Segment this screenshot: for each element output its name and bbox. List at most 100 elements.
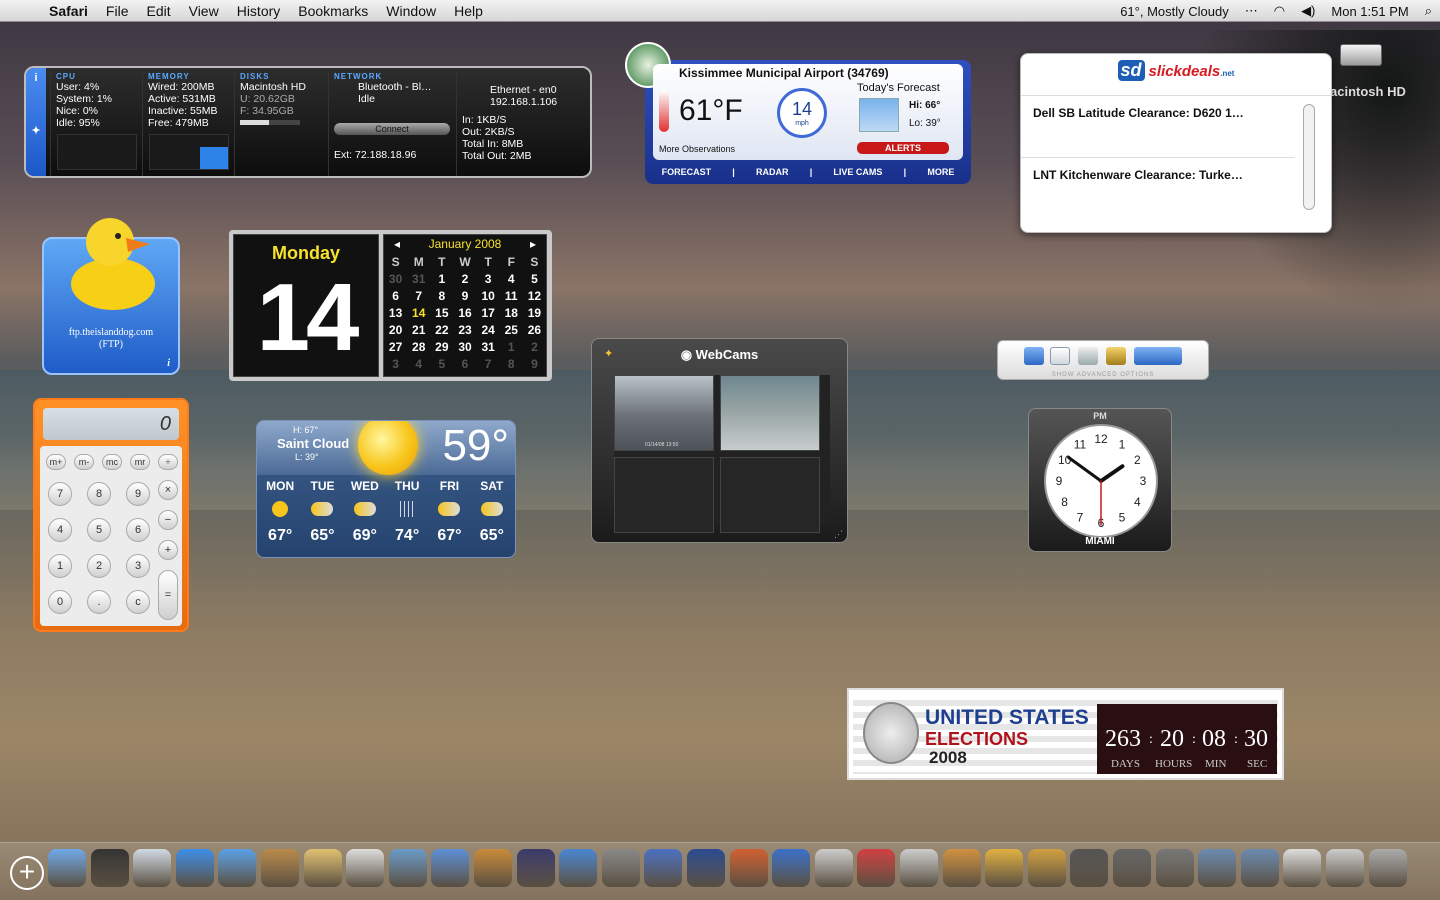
key-0[interactable]: 0: [48, 590, 72, 614]
camera-button-icon[interactable]: [1134, 347, 1182, 365]
itunes-icon[interactable]: [431, 849, 470, 887]
clock-widget[interactable]: PM 121234567891011 MIAMI: [1028, 408, 1172, 552]
alerts-button[interactable]: ALERTS: [857, 142, 949, 154]
resize-handle-icon[interactable]: ⋰: [834, 529, 843, 540]
key-4[interactable]: 4: [48, 518, 72, 542]
menu-edit[interactable]: Edit: [137, 3, 179, 19]
spotlight-icon[interactable]: ⌕: [1417, 3, 1440, 19]
key-plus[interactable]: +: [158, 540, 178, 560]
ftp-duck-widget[interactable]: ftp.theislanddog.com (FTP) i: [42, 218, 180, 375]
key-mr[interactable]: mr: [130, 454, 150, 470]
key-equals[interactable]: =: [158, 570, 178, 620]
saint-cloud-weather-widget[interactable]: H: 67° Saint Cloud L: 39° 59° MON TUE WE…: [256, 420, 516, 558]
stamp-icon[interactable]: [687, 849, 725, 887]
webcams-widget[interactable]: ✦ ◉ WebCams 01/14/08 13:50 ⋰: [591, 338, 848, 543]
next-month-icon[interactable]: ▸: [530, 235, 536, 253]
menubar-dots[interactable]: ⋯: [1237, 3, 1266, 19]
advanced-options-label[interactable]: SHOW ADVANCED OPTIONS: [998, 372, 1208, 378]
slickdeals-logo[interactable]: sd slickdeals.net: [1021, 54, 1331, 96]
deal-item[interactable]: Dell SB Latitude Clearance: D620 14" …: [1021, 96, 1295, 158]
election-countdown-widget[interactable]: UNITED STATES ELECTIONS 2008 263 : 20 : …: [847, 688, 1284, 780]
xcode-icon[interactable]: [644, 849, 683, 887]
key-clear[interactable]: c: [126, 590, 150, 614]
ichat-icon[interactable]: [218, 849, 257, 887]
nav-live-cams[interactable]: LIVE CAMS: [833, 167, 882, 177]
menu-view[interactable]: View: [180, 3, 228, 19]
calculator-widget[interactable]: 0 m+ m- mc mr ÷ 7 8 9 × 4 5 6 − 1 2 3 + …: [33, 398, 189, 632]
dvd-player-icon[interactable]: [559, 849, 598, 887]
hard-drive-desktop-icon[interactable]: acintosh HD: [1330, 40, 1440, 100]
key-6[interactable]: 6: [126, 518, 150, 542]
photo-booth-icon[interactable]: [1070, 849, 1109, 887]
hard-drive-icon[interactable]: [1340, 44, 1382, 66]
option-blue-icon[interactable]: [1024, 347, 1044, 365]
key-5[interactable]: 5: [87, 518, 111, 542]
info-icon[interactable]: i: [26, 72, 46, 84]
hard-drive-label[interactable]: acintosh HD: [1330, 84, 1406, 99]
key-m-minus[interactable]: m-: [74, 454, 94, 470]
menu-help[interactable]: Help: [445, 3, 492, 19]
key-m-plus[interactable]: m+: [46, 454, 66, 470]
connect-button[interactable]: Connect: [334, 123, 450, 135]
menubar-clock[interactable]: Mon 1:51 PM: [1323, 4, 1416, 19]
key-decimal[interactable]: .: [87, 590, 111, 614]
option-grid-icon[interactable]: [1078, 347, 1098, 365]
safari-icon[interactable]: [175, 849, 214, 887]
webcam-feed[interactable]: [720, 457, 820, 533]
option-tiles-icon[interactable]: [1106, 347, 1126, 365]
istat-widget[interactable]: i ✦ CPU User: 4% System: 1% Nice: 0% Idl…: [24, 66, 592, 178]
slickdeals-widget[interactable]: sd slickdeals.net Dell SB Latitude Cleara…: [1020, 53, 1332, 233]
flip-icon[interactable]: ✦: [604, 347, 613, 360]
calendar-day-panel[interactable]: Monday 14: [233, 234, 379, 377]
dashboard-icon[interactable]: [90, 849, 129, 887]
widget-options-bar[interactable]: SHOW ADVANCED OPTIONS: [997, 340, 1209, 380]
weather-location[interactable]: Kissimmee Municipal Airport (34769): [679, 66, 889, 80]
key-8[interactable]: 8: [87, 482, 111, 506]
screen-icon[interactable]: [1326, 849, 1364, 887]
notes-icon[interactable]: [1027, 849, 1066, 887]
preview-icon[interactable]: [303, 849, 342, 887]
deals-scrollbar[interactable]: [1303, 104, 1315, 210]
key-9[interactable]: 9: [126, 482, 150, 506]
deal-item[interactable]: LNT Kitchenware Clearance: Turkey P…: [1021, 158, 1295, 220]
webcam-feed[interactable]: [720, 375, 820, 451]
prev-month-icon[interactable]: ◂: [394, 235, 400, 253]
network-icon[interactable]: [772, 849, 811, 887]
mail-icon[interactable]: [133, 849, 172, 887]
info-icon[interactable]: i: [167, 358, 170, 369]
address-book-icon[interactable]: [261, 849, 299, 887]
bird-icon[interactable]: [985, 849, 1024, 887]
finder-icon[interactable]: [48, 849, 86, 887]
flickr-uploader-icon[interactable]: [814, 849, 853, 887]
key-multiply[interactable]: ×: [158, 480, 178, 500]
key-2[interactable]: 2: [87, 554, 111, 578]
nav-more[interactable]: MORE: [927, 167, 954, 177]
folder-icon[interactable]: [1198, 849, 1237, 887]
documents-icon[interactable]: [1283, 849, 1322, 887]
iphoto-icon[interactable]: [388, 849, 427, 887]
calendar-widget[interactable]: Monday 14 ◂ January 2008 ▸ SMTWTFS 30 31 1…: [229, 230, 552, 381]
webcam-feed[interactable]: 01/14/08 13:50: [614, 375, 714, 451]
option-window-icon[interactable]: [1050, 347, 1070, 365]
menu-window[interactable]: Window: [377, 3, 445, 19]
editor-icon[interactable]: [942, 849, 981, 887]
webcam-feed[interactable]: [614, 457, 714, 533]
ladybug-icon[interactable]: [857, 849, 896, 887]
firefox-icon[interactable]: [729, 849, 768, 887]
imovie-icon[interactable]: [516, 849, 555, 887]
applications-icon[interactable]: [1240, 849, 1279, 887]
volume-icon[interactable]: ◀): [1293, 3, 1323, 19]
wifi-icon[interactable]: ◠: [1266, 3, 1293, 19]
menubar-weather[interactable]: 61°, Mostly Cloudy: [1112, 4, 1237, 19]
front-row-icon[interactable]: [601, 849, 640, 887]
city-name[interactable]: Saint Cloud: [277, 436, 349, 451]
more-observations-link[interactable]: More Observations: [659, 144, 735, 154]
key-1[interactable]: 1: [48, 554, 72, 578]
textedit-icon[interactable]: [900, 849, 938, 887]
nav-forecast[interactable]: FORECAST: [662, 167, 712, 177]
key-3[interactable]: 3: [126, 554, 150, 578]
image-capture-icon[interactable]: [474, 849, 512, 887]
weather-channel-widget[interactable]: Kissimmee Municipal Airport (34769) 61°F…: [625, 42, 971, 184]
menu-file[interactable]: File: [97, 3, 138, 19]
ical-icon[interactable]: [346, 849, 385, 887]
